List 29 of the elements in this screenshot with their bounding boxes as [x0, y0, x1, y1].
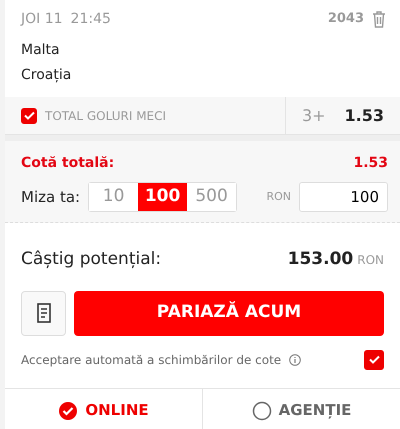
- place-bet-button[interactable]: PARIAZĂ ACUM: [74, 290, 384, 336]
- document-icon: [36, 303, 50, 323]
- selection-checkbox[interactable]: [21, 108, 37, 124]
- potential-win-currency: RON: [357, 252, 384, 269]
- betslip-button[interactable]: [21, 290, 66, 336]
- potential-win-label: Câștig potențial:: [21, 248, 162, 271]
- market-name: TOTAL GOLURI MECI: [45, 108, 166, 124]
- total-odds-value: 1.53: [353, 154, 388, 173]
- odds-value: 1.53: [344, 104, 384, 126]
- auto-accept-label: Acceptare automată a schimbărilor de cote: [21, 352, 282, 368]
- event-date: JOI 11: [21, 10, 63, 28]
- checkmark-icon: [24, 111, 34, 120]
- currency-label: RON: [266, 188, 291, 205]
- event-code: 2043: [328, 10, 364, 28]
- stake-label: Miza ta:: [21, 186, 80, 208]
- total-odds-label: Cotă totală:: [21, 154, 114, 173]
- auto-accept-checkbox[interactable]: [364, 350, 384, 370]
- delete-icon[interactable]: [372, 10, 386, 28]
- stake-input[interactable]: 100: [299, 182, 388, 212]
- event-time: 21:45: [70, 10, 111, 28]
- check-circle-icon: [58, 400, 78, 420]
- team-name: Malta: [20, 41, 61, 60]
- team-name: Croația: [20, 66, 72, 85]
- potential-win-value: 153.00: [288, 248, 354, 271]
- stake-preset[interactable]: 100: [138, 183, 188, 211]
- radio-circle-icon: [252, 400, 272, 420]
- outcome-label: 3+: [302, 104, 326, 126]
- checkmark-icon: [368, 355, 380, 364]
- info-icon[interactable]: [289, 354, 302, 366]
